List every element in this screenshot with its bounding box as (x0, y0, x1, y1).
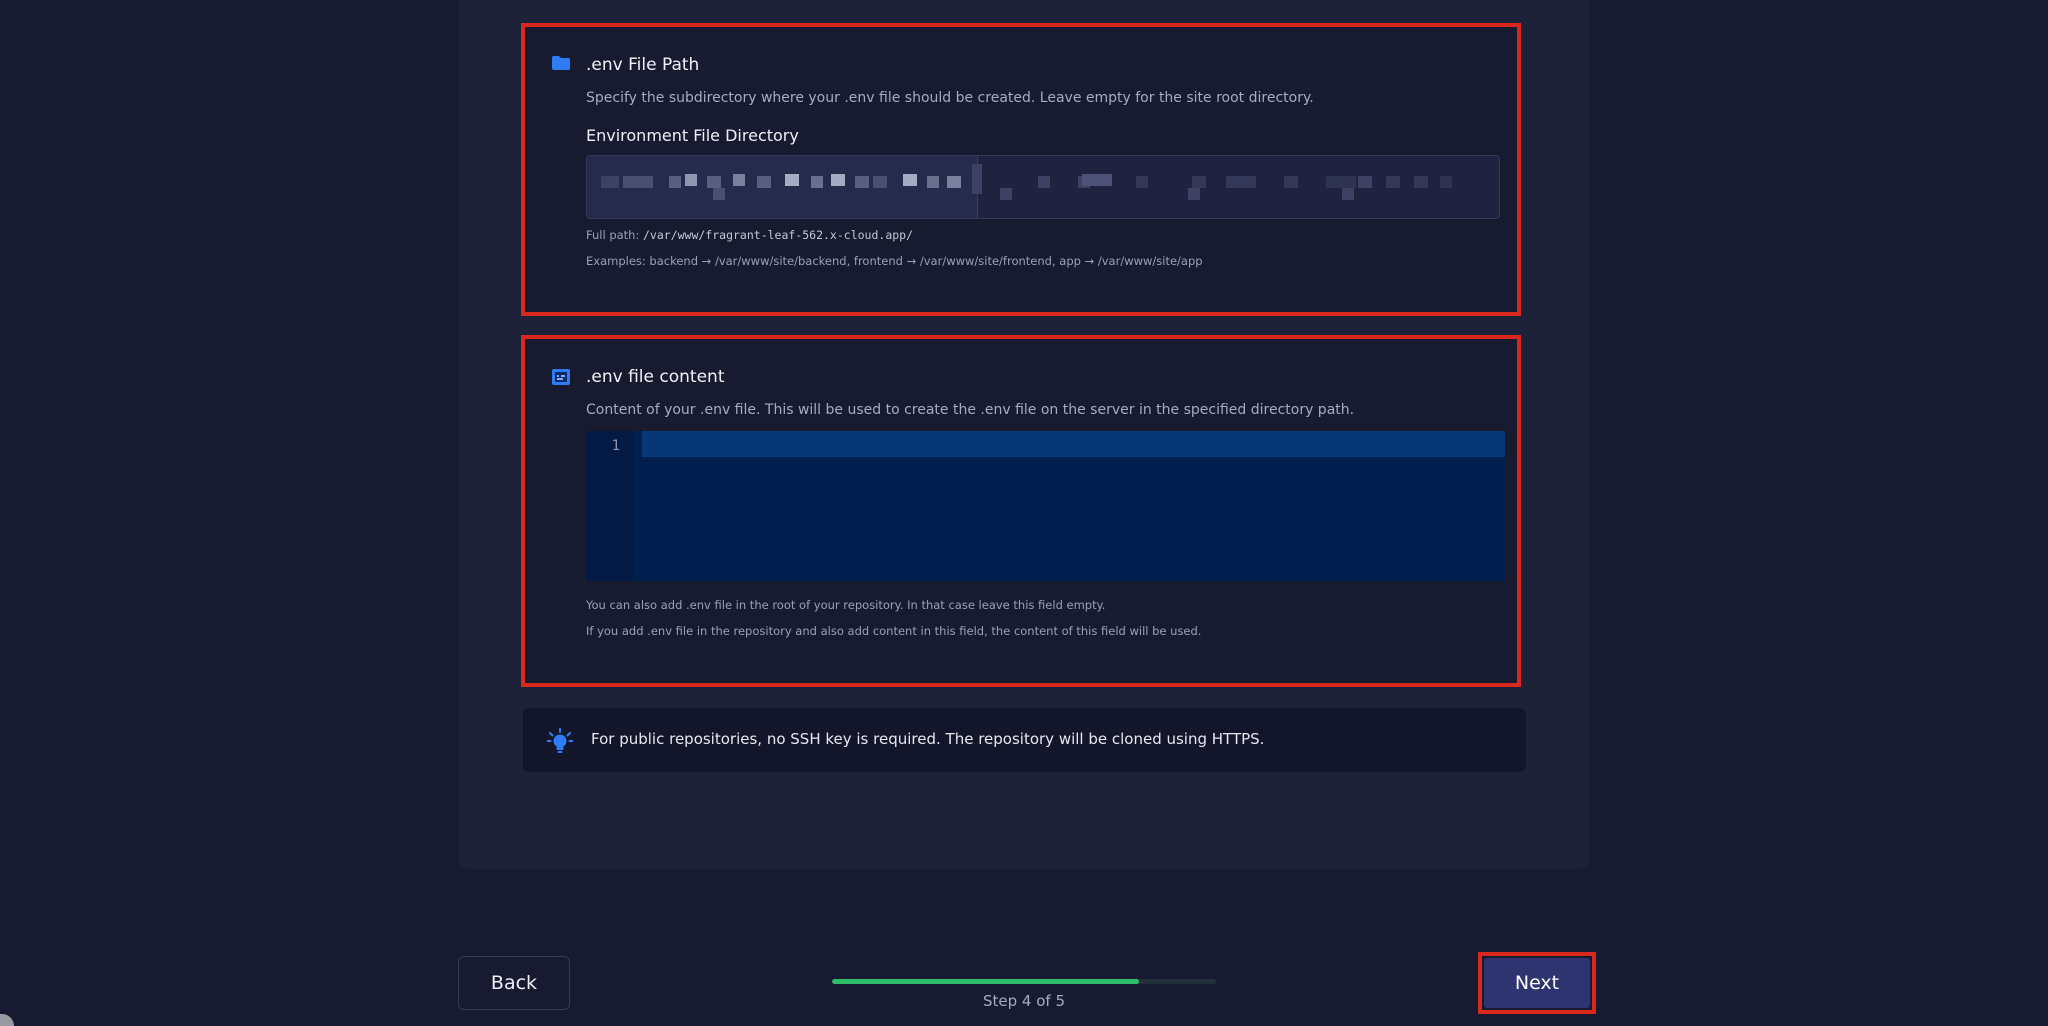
env-content-section: .env file content Content of your .env f… (521, 335, 1521, 687)
env-content-hint-root: You can also add .env file in the root o… (586, 598, 1106, 612)
env-directory-label: Environment File Directory (586, 126, 799, 145)
file-code-icon (552, 369, 570, 385)
env-content-description: Content of your .env file. This will be … (586, 402, 1355, 418)
folder-icon (552, 56, 570, 70)
line-number: 1 (611, 438, 620, 454)
next-button-highlight: Next (1478, 952, 1596, 1014)
back-button[interactable]: Back (458, 956, 570, 1010)
tip-text: For public repositories, no SSH key is r… (591, 730, 1265, 748)
window-corner (0, 1014, 14, 1026)
env-path-title: .env File Path (586, 55, 700, 75)
step-indicator: Step 4 of 5 (982, 992, 1065, 1010)
env-directory-input-right (972, 156, 1499, 218)
env-content-editor[interactable]: 1 (586, 431, 1505, 581)
env-path-section: .env File Path Specify the subdirectory … (521, 23, 1521, 316)
env-full-path-hint: Full path: /var/www/fragrant-leaf-562.x-… (586, 228, 914, 242)
env-directory-input-left (587, 156, 978, 218)
env-path-examples: Examples: backend → /var/www/site/backen… (586, 254, 1203, 268)
editor-code-area[interactable] (634, 431, 1505, 581)
next-button[interactable]: Next (1484, 958, 1590, 1008)
env-content-hint-override: If you add .env file in the repository a… (586, 624, 1202, 638)
public-repo-tip: For public repositories, no SSH key is r… (523, 708, 1526, 772)
editor-active-line (642, 431, 1505, 457)
env-content-title: .env file content (586, 367, 725, 387)
env-directory-input[interactable] (586, 155, 1500, 219)
step-progress-fill (832, 979, 1140, 984)
env-path-description: Specify the subdirectory where your .env… (586, 90, 1314, 106)
editor-gutter: 1 (586, 431, 634, 581)
step-progress-bar (832, 979, 1216, 984)
lightbulb-icon (547, 728, 573, 753)
env-full-path-value: /var/www/fragrant-leaf-562.x-cloud.app/ (643, 228, 914, 242)
wizard-page: .env File Path Specify the subdirectory … (0, 0, 2048, 1026)
